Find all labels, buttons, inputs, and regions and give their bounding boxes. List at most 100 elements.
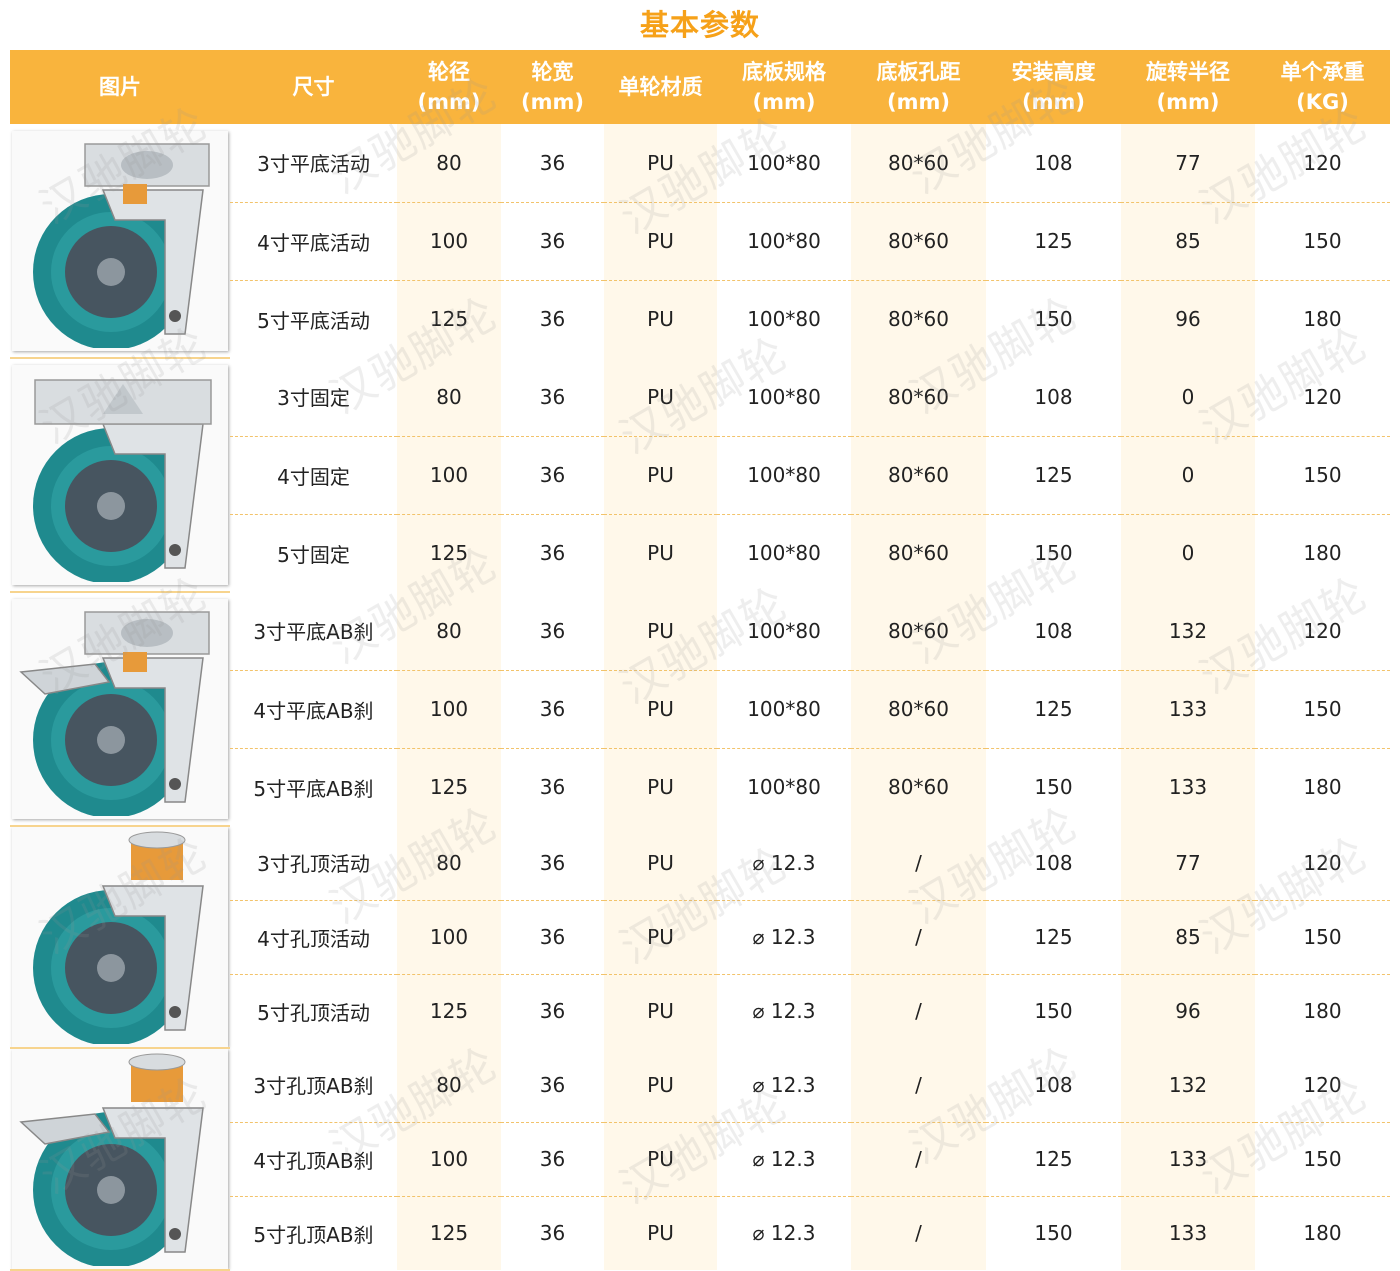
wheel-width-cell: 36 — [539, 775, 566, 800]
header-load-capacity: 单个承重 (KG) — [1255, 50, 1390, 124]
wheel-diameter-cell: 80 — [397, 1048, 501, 1123]
caster-wheel-icon — [33, 831, 204, 1044]
swivel-radius-cell: 96 — [1121, 974, 1255, 1048]
wheel-material-cell: PU — [604, 900, 717, 975]
mount-height-cell: 125 — [986, 670, 1121, 749]
wheel-width-cell: 36 — [501, 592, 604, 671]
wheel-material-cell: PU — [604, 202, 717, 281]
wheel-material-cell: PU — [604, 748, 717, 826]
wheel-width-cell: 36 — [539, 541, 566, 566]
wheel-material-cell: PU — [604, 1122, 717, 1197]
wheel-material-cell: PU — [604, 280, 717, 358]
caster-wheel-icon — [33, 142, 210, 348]
load-capacity-cell: 180 — [1303, 1221, 1342, 1246]
size-cell: 4寸平底AB刹 — [230, 670, 397, 749]
product-image-cell — [10, 826, 230, 1049]
hole-spacing-cell: 80*60 — [851, 280, 986, 358]
swivel-plate-caster-image — [12, 130, 228, 351]
wheel-diameter-cell: 80 — [397, 826, 501, 901]
spec-table: 图片 尺寸 轮径 (mm) 轮宽 (mm) 单轮材质 底板规格 (mm) 底板孔… — [10, 50, 1390, 1271]
mount-height-cell: 150 — [1034, 999, 1073, 1024]
mount-height-cell: 150 — [1034, 775, 1073, 800]
wheel-diameter-cell: 125 — [397, 280, 501, 358]
plate-size-cell: ⌀ 12.3 — [717, 1122, 851, 1197]
size-cell: 5寸孔顶AB刹 — [253, 1222, 374, 1247]
swivel-radius-cell: 132 — [1121, 1048, 1255, 1123]
wheel-width-cell: 36 — [539, 999, 566, 1024]
swivel-radius-cell: 96 — [1121, 280, 1255, 358]
wheel-width-cell: 36 — [501, 670, 604, 749]
size-cell: 3寸固定 — [230, 358, 397, 437]
swivel-radius-cell: 133 — [1121, 1196, 1255, 1270]
page-title: 基本参数 — [639, 8, 760, 42]
wheel-diameter-cell: 100 — [397, 670, 501, 749]
swivel-radius-cell: 77 — [1121, 826, 1255, 901]
product-image-cell — [10, 358, 230, 593]
plate-size-cell: ⌀ 12.3 — [717, 826, 851, 901]
swivel-radius-cell: 85 — [1121, 202, 1255, 281]
mount-height-cell: 125 — [986, 202, 1121, 281]
plate-size-cell: ⌀ 12.3 — [717, 1048, 851, 1123]
wheel-material-cell: PU — [604, 514, 717, 592]
plate-size-cell: ⌀ 12.3 — [752, 999, 816, 1024]
mount-height-cell: 125 — [986, 1122, 1121, 1197]
load-capacity-cell: 180 — [1303, 541, 1342, 566]
wheel-material-cell: PU — [604, 974, 717, 1048]
hole-spacing-cell: / — [851, 900, 986, 975]
wheel-width-cell: 36 — [501, 1048, 604, 1123]
wheel-diameter-cell: 125 — [397, 1196, 501, 1270]
swivel-radius-cell: 133 — [1121, 748, 1255, 826]
load-capacity-cell: 150 — [1255, 670, 1390, 749]
header-wheel-diameter: 轮径 (mm) — [397, 50, 501, 124]
plate-size-cell: 100*80 — [747, 307, 821, 332]
mount-height-cell: 108 — [986, 124, 1121, 203]
table-row: 3寸平底活动 80 36 PU 100*80 80*60 108 77 120 — [10, 124, 1390, 359]
header-mount-height: 安装高度 (mm) — [986, 50, 1121, 124]
swivel-radius-cell: 132 — [1121, 592, 1255, 671]
swivel-radius-cell: 133 — [1121, 1122, 1255, 1197]
product-image-cell — [10, 124, 230, 359]
wheel-diameter-cell: 100 — [397, 900, 501, 975]
hole-spacing-cell: 80*60 — [851, 670, 986, 749]
wheel-width-cell: 36 — [501, 826, 604, 901]
mount-height-cell: 108 — [986, 1048, 1121, 1123]
load-capacity-cell: 120 — [1255, 826, 1390, 901]
wheel-diameter-cell: 100 — [397, 436, 501, 515]
plate-size-cell: 100*80 — [717, 358, 851, 437]
wheel-diameter-cell: 125 — [397, 974, 501, 1048]
load-capacity-cell: 120 — [1255, 1048, 1390, 1123]
plate-size-cell: 100*80 — [717, 592, 851, 671]
load-capacity-cell: 150 — [1255, 202, 1390, 281]
wheel-width-cell: 36 — [539, 307, 566, 332]
hole-spacing-cell: 80*60 — [851, 202, 986, 281]
load-capacity-cell: 180 — [1303, 999, 1342, 1024]
hole-spacing-cell: / — [851, 1196, 986, 1270]
header-hole-spacing: 底板孔距 (mm) — [851, 50, 986, 124]
wheel-width-cell: 36 — [501, 1122, 604, 1197]
swivel-radius-cell: 0 — [1121, 436, 1255, 515]
swivel-radius-cell: 77 — [1121, 124, 1255, 203]
size-cell: 3寸平底AB刹 — [230, 592, 397, 671]
wheel-width-cell: 36 — [539, 1221, 566, 1246]
hole-spacing-cell: / — [851, 1122, 986, 1197]
size-cell: 3寸孔顶活动 — [230, 826, 397, 901]
caster-wheel-icon — [19, 1053, 204, 1266]
load-capacity-cell: 120 — [1255, 124, 1390, 203]
wheel-material-cell: PU — [604, 1048, 717, 1123]
size-cell: 3寸平底活动 — [230, 124, 397, 203]
plate-size-cell: 100*80 — [747, 541, 821, 566]
plate-size-cell: 100*80 — [717, 124, 851, 203]
hole-spacing-cell: / — [851, 826, 986, 901]
fixed-caster-image — [12, 365, 228, 585]
header-image: 图片 — [10, 50, 230, 124]
size-cell: 5寸平底活动 — [257, 308, 370, 333]
header-size: 尺寸 — [230, 50, 397, 124]
wheel-width-cell: 36 — [501, 124, 604, 203]
table-header-row: 图片 尺寸 轮径 (mm) 轮宽 (mm) 单轮材质 底板规格 (mm) 底板孔… — [10, 50, 1390, 124]
mount-height-cell: 150 — [1034, 1221, 1073, 1246]
plate-size-cell: 100*80 — [717, 670, 851, 749]
size-cell: 3寸孔顶AB刹 — [230, 1048, 397, 1123]
mount-height-cell: 108 — [986, 358, 1121, 437]
hole-spacing-cell: 80*60 — [851, 358, 986, 437]
plate-size-cell: 100*80 — [747, 775, 821, 800]
